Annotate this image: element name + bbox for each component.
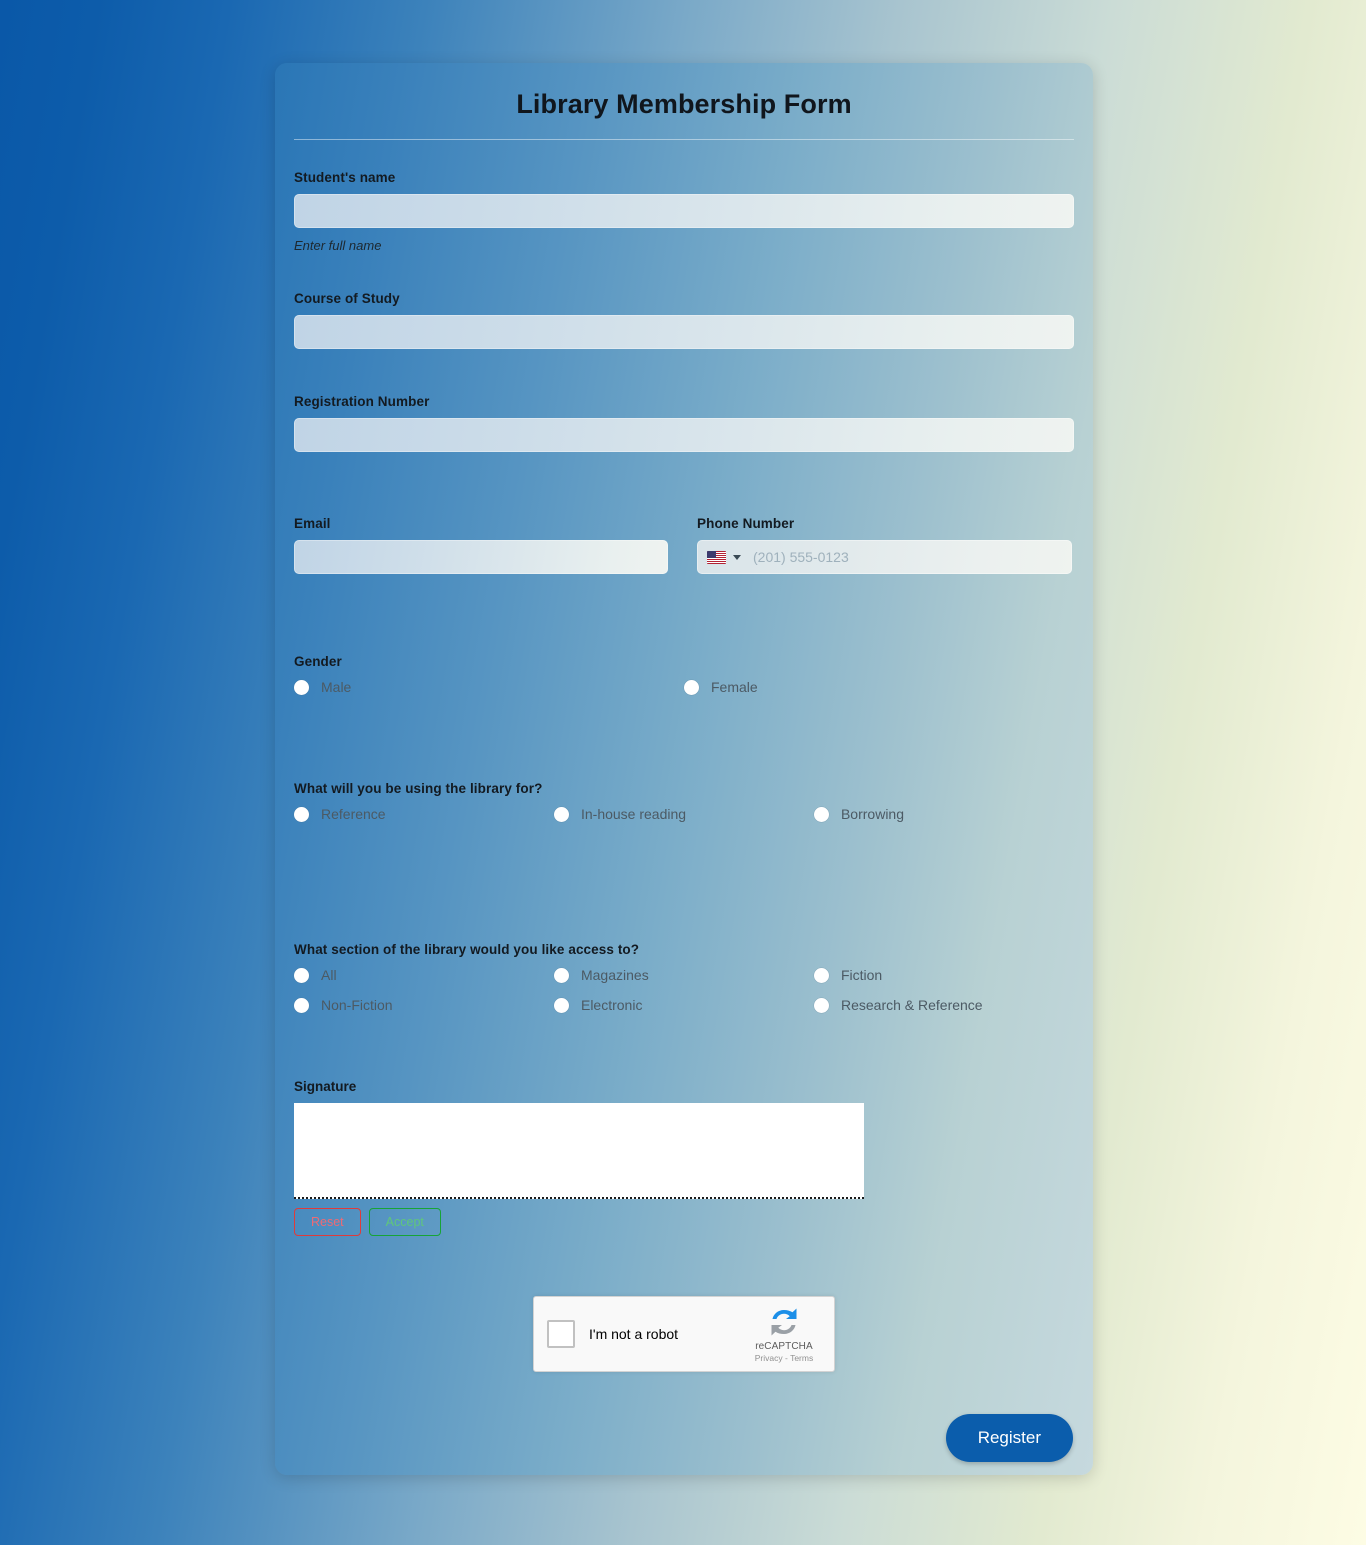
field-library-usage: What will you be using the library for? … bbox=[294, 781, 1074, 836]
course-of-study-input[interactable] bbox=[294, 315, 1074, 349]
recaptcha-privacy-link[interactable]: Privacy bbox=[755, 1353, 783, 1363]
radio-icon[interactable] bbox=[553, 967, 569, 983]
recaptcha-branding: reCAPTCHA Privacy - Terms bbox=[746, 1306, 822, 1363]
radio-option-all[interactable]: All bbox=[294, 967, 554, 983]
field-phone-number: Phone Number (201) 555-0123 bbox=[697, 516, 1072, 574]
recaptcha-link-separator: - bbox=[785, 1352, 788, 1363]
radio-label: Male bbox=[321, 679, 352, 695]
email-input[interactable] bbox=[294, 540, 668, 574]
us-flag-icon[interactable] bbox=[707, 550, 726, 564]
radio-label: In-house reading bbox=[580, 806, 687, 822]
library-membership-form-card: Library Membership Form Student's name E… bbox=[275, 63, 1093, 1475]
library-usage-radio-group: Reference In-house reading Borrowing bbox=[294, 806, 1074, 836]
phone-number-label: Phone Number bbox=[697, 516, 795, 531]
signature-label: Signature bbox=[294, 1079, 357, 1094]
field-student-name: Student's name Enter full name bbox=[294, 170, 1074, 253]
radio-label: All bbox=[321, 967, 337, 983]
radio-label: Non-Fiction bbox=[321, 997, 393, 1013]
section-access-radio-group: All Magazines Fiction Non-Fiction Electr… bbox=[294, 967, 1074, 1027]
recaptcha-logo-icon bbox=[771, 1308, 797, 1335]
phone-number-input[interactable]: (201) 555-0123 bbox=[697, 540, 1072, 574]
radio-option-borrowing[interactable]: Borrowing bbox=[813, 806, 1074, 822]
signature-actions: Reset Accept bbox=[294, 1208, 1074, 1236]
radio-icon[interactable] bbox=[294, 806, 309, 822]
chevron-down-icon[interactable] bbox=[733, 554, 741, 560]
radio-icon[interactable] bbox=[294, 679, 309, 695]
radio-label: Research & Reference bbox=[840, 997, 983, 1013]
field-email: Email bbox=[294, 516, 668, 574]
field-course-of-study: Course of Study bbox=[294, 291, 1074, 349]
gender-label: Gender bbox=[294, 654, 342, 669]
radio-icon[interactable] bbox=[553, 806, 569, 822]
recaptcha-checkbox[interactable] bbox=[547, 1320, 575, 1348]
registration-number-input[interactable] bbox=[294, 418, 1074, 452]
gender-radio-group: Male Female bbox=[294, 679, 1074, 709]
radio-label: Reference bbox=[321, 806, 386, 822]
field-registration-number: Registration Number bbox=[294, 394, 1074, 452]
radio-icon[interactable] bbox=[553, 997, 569, 1013]
radio-icon[interactable] bbox=[813, 806, 829, 822]
radio-label: Fiction bbox=[840, 967, 883, 983]
course-of-study-label: Course of Study bbox=[294, 291, 400, 306]
submit-row: Register bbox=[294, 1414, 1074, 1462]
recaptcha-container: I'm not a robot reCAPTCHA Privacy - Term… bbox=[294, 1296, 1074, 1372]
radio-option-electronic[interactable]: Electronic bbox=[553, 997, 814, 1013]
field-signature: Signature Reset Accept bbox=[294, 1079, 1074, 1236]
phone-placeholder-text: (201) 555-0123 bbox=[753, 549, 849, 565]
radio-label: Magazines bbox=[580, 967, 649, 983]
radio-label: Female bbox=[711, 679, 758, 695]
radio-option-female[interactable]: Female bbox=[684, 679, 1074, 695]
signature-canvas[interactable] bbox=[294, 1103, 864, 1199]
radio-icon[interactable] bbox=[813, 967, 829, 983]
registration-number-label: Registration Number bbox=[294, 394, 430, 409]
radio-option-in-house-reading[interactable]: In-house reading bbox=[553, 806, 814, 822]
recaptcha-widget[interactable]: I'm not a robot reCAPTCHA Privacy - Term… bbox=[533, 1296, 835, 1372]
email-label: Email bbox=[294, 516, 331, 531]
recaptcha-label: I'm not a robot bbox=[589, 1326, 679, 1342]
title-divider bbox=[294, 139, 1074, 140]
radio-label: Borrowing bbox=[840, 806, 904, 822]
radio-option-research-reference[interactable]: Research & Reference bbox=[813, 997, 1074, 1013]
page-root: Library Membership Form Student's name E… bbox=[0, 0, 1366, 1545]
student-name-input[interactable] bbox=[294, 194, 1074, 228]
radio-icon[interactable] bbox=[813, 997, 829, 1013]
recaptcha-brand-text: reCAPTCHA bbox=[755, 1340, 813, 1352]
field-gender: Gender Male Female bbox=[294, 654, 1074, 709]
section-access-label: What section of the library would you li… bbox=[294, 942, 640, 957]
radio-option-non-fiction[interactable]: Non-Fiction bbox=[294, 997, 554, 1013]
radio-option-reference[interactable]: Reference bbox=[294, 806, 554, 822]
student-name-label: Student's name bbox=[294, 170, 396, 185]
signature-reset-button[interactable]: Reset bbox=[294, 1208, 361, 1236]
library-usage-label: What will you be using the library for? bbox=[294, 781, 543, 796]
recaptcha-legal-links: Privacy - Terms bbox=[755, 1353, 813, 1363]
recaptcha-terms-link[interactable]: Terms bbox=[790, 1353, 813, 1363]
contact-row: Email Phone Number (201) 555-0123 bbox=[294, 516, 1074, 574]
signature-accept-button[interactable]: Accept bbox=[368, 1208, 441, 1236]
student-name-helper: Enter full name bbox=[294, 238, 382, 253]
radio-icon[interactable] bbox=[294, 967, 309, 983]
radio-option-magazines[interactable]: Magazines bbox=[553, 967, 814, 983]
radio-label: Electronic bbox=[580, 997, 643, 1013]
radio-icon[interactable] bbox=[684, 679, 699, 695]
radio-option-fiction[interactable]: Fiction bbox=[813, 967, 1074, 983]
page-title: Library Membership Form bbox=[516, 89, 852, 119]
field-section-access: What section of the library would you li… bbox=[294, 942, 1074, 1027]
radio-option-male[interactable]: Male bbox=[294, 679, 684, 695]
radio-icon[interactable] bbox=[294, 997, 309, 1013]
register-button[interactable]: Register bbox=[945, 1414, 1073, 1462]
